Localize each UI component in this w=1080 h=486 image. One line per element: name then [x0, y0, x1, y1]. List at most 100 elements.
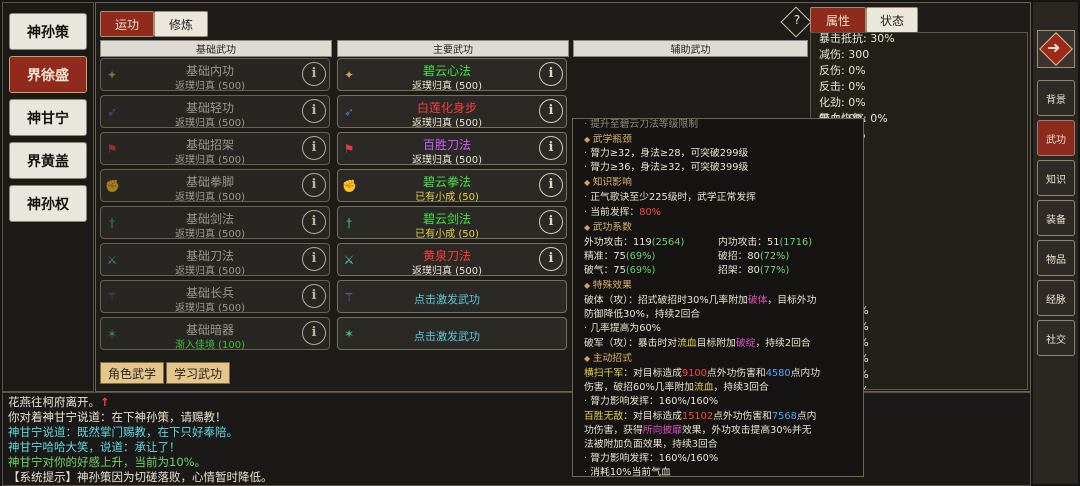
- coef-line: 外功攻击：119(2564): [584, 237, 685, 248]
- main-skill-icon: ➶: [343, 105, 355, 119]
- info-icon[interactable]: i: [539, 210, 563, 234]
- section-title: ◆ 特殊效果: [584, 280, 632, 291]
- nav-button[interactable]: 武功: [1037, 120, 1075, 156]
- tooltip-line: · 当前发挥：80%: [584, 207, 661, 218]
- log-line: 【系统提示】神孙策因为切磋落败，心情暂时降低。: [8, 469, 273, 485]
- log-line: 神甘宁哈哈大笑，说道：承让了！: [8, 439, 181, 455]
- move-line: · 膂力影响发挥：160%/160%: [584, 453, 719, 464]
- skill-level: 已有小成 (50): [415, 229, 479, 240]
- log-line: 花燕往柯府离开。↑: [8, 394, 110, 410]
- info-icon[interactable]: i: [302, 136, 326, 160]
- info-icon[interactable]: i: [539, 62, 563, 86]
- skill-card[interactable]: ⚔ 黄泉刀法 返璞归真 (500) i: [337, 243, 567, 277]
- skill-card[interactable]: ✶ 点击激发武功: [337, 317, 567, 350]
- info-icon[interactable]: i: [539, 99, 563, 123]
- learn-skill-button[interactable]: 学习武功: [166, 362, 230, 384]
- coef-line: 招架：80(77%): [718, 265, 790, 276]
- skill-level: 已有小成 (50): [415, 192, 479, 203]
- nav-button[interactable]: 装备: [1037, 200, 1075, 236]
- info-icon[interactable]: i: [539, 247, 563, 271]
- character-button-active[interactable]: 界徐盛: [9, 56, 87, 93]
- skill-level: 返璞归真 (500): [411, 155, 483, 166]
- move-line: 横扫千军：对目标造成9100点外功伤害和4580点内功: [584, 368, 821, 379]
- skill-card[interactable]: ✊ 碧云拳法 已有小成 (50) i: [337, 169, 567, 203]
- attribute-row: 化劲: 0%: [819, 96, 866, 109]
- info-icon[interactable]: i: [539, 136, 563, 160]
- log-text: 花燕往柯府离开。: [8, 395, 100, 409]
- nav-button[interactable]: 物品: [1037, 240, 1075, 276]
- skill-card[interactable]: ⚑ 百胜刀法 返璞归真 (500) i: [337, 132, 567, 166]
- attribute-row: 反击: 0%: [819, 80, 866, 93]
- info-icon[interactable]: i: [302, 321, 326, 345]
- info-icon[interactable]: i: [302, 210, 326, 234]
- info-icon[interactable]: i: [302, 284, 326, 308]
- nav-button[interactable]: 知识: [1037, 160, 1075, 196]
- move-line: 法被附加负面效果，持续3回合: [584, 439, 718, 450]
- skill-card[interactable]: ✦ 基础内功 返璞归真 (500) i: [100, 58, 330, 92]
- main-skill-icon: ⚑: [343, 142, 355, 156]
- skill-card[interactable]: ✊ 基础拳脚 返璞归真 (500) i: [100, 169, 330, 203]
- log-line: 神甘宁对你的好感上升，当前为10%。: [8, 454, 206, 470]
- coef-line: 内功攻击：51(1716): [718, 237, 813, 248]
- info-icon[interactable]: i: [302, 62, 326, 86]
- skill-card[interactable]: ⚚ 基础长兵 返璞归真 (500) i: [100, 280, 330, 314]
- main-skill-icon: ✶: [343, 327, 355, 341]
- basic-skill-icon: ✦: [106, 68, 118, 82]
- skill-card[interactable]: ⚑ 基础招架 返璞归真 (500) i: [100, 132, 330, 166]
- skill-card[interactable]: ➶ 白莲化身步 返璞归真 (500) i: [337, 95, 567, 129]
- tab-attributes[interactable]: 属性: [810, 7, 866, 33]
- skill-card[interactable]: ✦ 碧云心法 返璞归真 (500) i: [337, 58, 567, 92]
- attribute-row: 反伤: 0%: [819, 64, 866, 77]
- skill-level: 返璞归真 (500): [174, 118, 246, 129]
- info-icon[interactable]: i: [539, 173, 563, 197]
- special-line: 破体（攻）：招式破招时30%几率附加破体，目标外功: [584, 295, 817, 306]
- skill-card[interactable]: ⚔ 基础刀法 返璞归真 (500) i: [100, 243, 330, 277]
- special-line: 破军（攻）：暴击时对流血目标附加破绽，持续2回合: [584, 338, 811, 349]
- character-button[interactable]: 神甘宁: [9, 99, 87, 136]
- message-log: 花燕往柯府离开。↑ 你对着神甘宁说道：在下神孙策，请赐教！ 神甘宁说道：既然掌门赐教…: [2, 392, 1031, 486]
- coef-line: 破招：80(72%): [718, 251, 790, 262]
- move-line: 伤害，破招60%几率附加流血，持续3回合: [584, 382, 769, 393]
- info-icon[interactable]: i: [302, 99, 326, 123]
- character-button[interactable]: 神孙策: [9, 13, 87, 50]
- skill-level: 返璞归真 (500): [174, 229, 246, 240]
- main-skill-icon: †: [346, 216, 352, 230]
- info-icon[interactable]: i: [302, 173, 326, 197]
- log-line: 神甘宁说道：既然掌门赐教，在下只好奉陪。: [8, 424, 238, 440]
- skill-card[interactable]: ⚚ 点击激发武功: [337, 280, 567, 313]
- tab-yungong[interactable]: 运功: [100, 11, 154, 37]
- skill-level: 返璞归真 (500): [411, 81, 483, 92]
- log-text: 【系统提示】神孙策因为切磋落败，心情暂时降低。: [8, 470, 273, 484]
- character-button[interactable]: 界黄盖: [9, 142, 87, 179]
- skill-level: 渐入佳境 (100): [174, 340, 246, 351]
- exit-button[interactable]: ➜: [1037, 30, 1075, 68]
- main-skill-icon: ⚚: [343, 290, 355, 304]
- nav-button[interactable]: 社交: [1037, 320, 1075, 356]
- main-skill-icon: ✊: [342, 179, 357, 193]
- basic-skill-icon: †: [109, 216, 115, 230]
- tab-status[interactable]: 状态: [866, 7, 918, 33]
- log-line: 你对着神甘宁说道：在下神孙策，请赐教！: [8, 409, 227, 425]
- log-text: 你对着神甘宁说道：在下神孙策，请赐教！: [8, 410, 227, 424]
- skill-card[interactable]: † 碧云剑法 已有小成 (50) i: [337, 206, 567, 240]
- character-button[interactable]: 神孙权: [9, 185, 87, 222]
- nav-button[interactable]: 经脉: [1037, 280, 1075, 316]
- skill-card[interactable]: ➶ 基础轻功 返璞归真 (500) i: [100, 95, 330, 129]
- nav-button[interactable]: 背景: [1037, 80, 1075, 116]
- skill-card[interactable]: † 基础剑法 返璞归真 (500) i: [100, 206, 330, 240]
- special-line: · 几率提高为60%: [584, 323, 661, 334]
- attribute-row: 减伤: 300: [819, 48, 870, 61]
- skill-card[interactable]: ✶ 基础暗器 渐入佳境 (100) i: [100, 317, 330, 351]
- info-icon[interactable]: i: [302, 247, 326, 271]
- role-skill-button[interactable]: 角色武学: [100, 362, 164, 384]
- tab-xiulian[interactable]: 修炼: [154, 11, 208, 37]
- skill-level: 返璞归真 (500): [411, 118, 483, 129]
- tooltip-line: · 膂力≥36，身法≥32，可突破399级: [584, 162, 749, 173]
- skill-level: 返璞归真 (500): [174, 303, 246, 314]
- basic-skill-icon: ➶: [106, 105, 118, 119]
- skill-level: 返璞归真 (500): [174, 81, 246, 92]
- attribute-row: 暴击抵抗: 30%: [819, 32, 895, 45]
- skill-name: 点击激发武功: [414, 330, 480, 343]
- coef-line: 破气：75(69%): [584, 265, 656, 276]
- main-skill-icon: ⚔: [343, 253, 355, 267]
